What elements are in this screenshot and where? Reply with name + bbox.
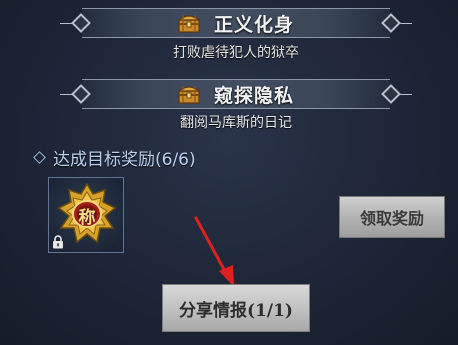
banner-ornament-right [398,94,412,95]
lock-icon [52,235,64,249]
quest-banner-2: 窥探隐私 [60,79,412,109]
quest-title: 正义化身 [213,13,294,36]
banner-ornament-left [60,94,74,95]
treasure-chest-icon [177,13,200,33]
banner-ornament-left [60,23,74,24]
claim-reward-button[interactable]: 领取奖励 [339,196,445,238]
red-arrow-annotation [194,216,234,287]
quest-banner-1: 正义化身 [60,8,412,38]
banner-ornament-right [398,23,412,24]
badge-character: 称 [78,208,96,228]
diamond-bullet-icon [33,151,46,164]
quest-subtitle: 打败虐待犯人的狱卒 [173,45,299,61]
reward-heading-label: 达成目标奖励(6/6) [53,150,196,170]
reward-heading: 达成目标奖励(6/6) [33,145,196,170]
quest-title: 窥探隐私 [213,84,294,107]
reward-item-slot[interactable]: 称 [48,177,124,253]
share-intel-button[interactable]: 分享情报(1/1) [162,284,310,332]
quest-subtitle: 翻阅马库斯的日记 [180,115,292,131]
treasure-chest-icon [177,84,200,104]
